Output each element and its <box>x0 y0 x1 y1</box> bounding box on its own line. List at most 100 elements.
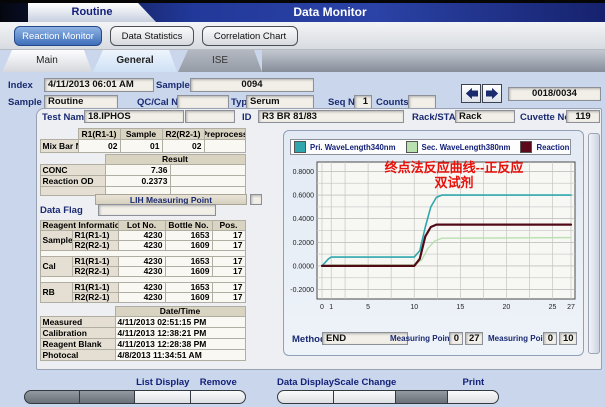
legend-label: Sec. WaveLength380nm <box>422 143 511 152</box>
page-title: Data Monitor <box>160 5 500 19</box>
reagent-name: R2(R2-1) <box>72 292 119 303</box>
data-display-label: Data Display <box>277 376 334 390</box>
title-bar: Routine Data Monitor <box>0 0 605 22</box>
counts-value <box>408 95 436 109</box>
data-flag-value <box>98 204 216 216</box>
id-value: R3 BR 81/83 <box>258 110 404 123</box>
svg-text:0.8000: 0.8000 <box>293 169 315 176</box>
datetime-value: 4/8/2013 11:34:51 AM <box>115 349 246 361</box>
seq-no-value: 1 <box>354 95 372 109</box>
svg-text:0.6000: 0.6000 <box>293 193 315 200</box>
side-scroll-strip[interactable] <box>588 133 600 354</box>
reaction-chart-panel: Pri. WaveLength340nm Sec. WaveLength380n… <box>283 130 584 356</box>
datetime-table: Date/Time Measured 4/11/2013 02:51:15 PM… <box>40 306 245 360</box>
svg-text:15: 15 <box>456 304 464 311</box>
print-label: Print <box>448 376 499 390</box>
svg-text:0.4000: 0.4000 <box>293 216 315 223</box>
counts-label: Counts <box>376 97 409 108</box>
list-display-button[interactable] <box>134 390 191 404</box>
legend-swatch-reaction <box>520 141 532 153</box>
index-value: 4/11/2013 06:01 AM <box>44 78 154 92</box>
lot-cell: 4230 <box>118 292 166 303</box>
scale-change-button[interactable] <box>333 390 396 404</box>
pos-cell: 17 <box>212 292 246 303</box>
reagent-group-label: Cal <box>40 256 73 277</box>
mixbar-cell: 02 <box>162 139 205 153</box>
prev-sample-button[interactable] <box>461 84 481 103</box>
tab-ise[interactable]: ISE <box>178 50 262 72</box>
mixbar-cell <box>204 139 246 153</box>
correlation-chart-button[interactable]: Correlation Chart <box>202 26 298 46</box>
legend-label: Reaction <box>536 143 569 152</box>
data-monitor-window: Routine Data Monitor Reaction Monitor Da… <box>0 0 605 407</box>
tab-main[interactable]: Main <box>2 50 92 72</box>
remove-button[interactable] <box>190 390 247 404</box>
datetime-row-label: Photocal <box>40 349 116 361</box>
type-value: Serum <box>246 95 314 109</box>
chart-legend: Pri. WaveLength340nm Sec. WaveLength380n… <box>290 139 571 155</box>
svg-text:25: 25 <box>549 304 557 311</box>
rack-stat-label: Rack/STAT <box>412 112 461 123</box>
tab-general[interactable]: General <box>93 50 177 72</box>
pager-counter: 0018/0034 <box>508 87 601 101</box>
reagent-group-label: RB <box>40 282 73 303</box>
reaction-monitor-button[interactable]: Reaction Monitor <box>14 26 102 46</box>
lih-flag-box <box>250 194 262 205</box>
remove-label: Remove <box>191 376 247 390</box>
data-display-button[interactable] <box>277 390 334 404</box>
reagent-group-label: Sample <box>40 230 73 251</box>
svg-text:-0.2000: -0.2000 <box>290 287 314 294</box>
inactive-button <box>24 390 80 404</box>
cuvette-no-value: 119 <box>566 110 600 123</box>
test-name-label: Test Name <box>42 112 89 123</box>
button-label <box>24 376 80 390</box>
toolbar: Reaction Monitor Data Statistics Correla… <box>0 22 605 50</box>
sample-no-value: 0094 <box>190 78 314 92</box>
mixbar-row-label: Mix Bar No. <box>40 139 79 153</box>
legend-swatch-pri <box>294 141 306 153</box>
mode-tab-routine[interactable]: Routine <box>28 3 156 22</box>
mixbar-cell: 01 <box>120 139 163 153</box>
index-label: Index <box>8 80 33 91</box>
inactive-button <box>79 390 136 404</box>
data-statistics-button[interactable]: Data Statistics <box>110 26 194 46</box>
result-table: Result CONC 7.36 Reaction OD 0.2373 <box>40 154 245 195</box>
svg-text:10: 10 <box>410 304 418 311</box>
print-button[interactable] <box>447 390 499 404</box>
list-display-label: List Display <box>135 376 191 390</box>
svg-text:0: 0 <box>320 304 324 311</box>
svg-text:0.2000: 0.2000 <box>293 240 315 247</box>
svg-text:27: 27 <box>567 304 575 311</box>
rack-stat-value: Rack <box>455 110 515 123</box>
arrow-left-icon <box>464 87 479 100</box>
svg-text:1: 1 <box>329 304 333 311</box>
method-label: Method <box>292 334 326 345</box>
button-label <box>396 376 447 390</box>
measuring-point-1-a: 0 <box>449 332 463 345</box>
id-label: ID <box>242 112 252 123</box>
test-name-extra <box>185 110 235 123</box>
measuring-point-2-a: 0 <box>543 332 557 345</box>
measuring-point-1-b: 27 <box>465 332 483 345</box>
tab-bar: Main General ISE <box>0 50 605 72</box>
cuvette-no-label: Cuvette No. <box>520 112 573 123</box>
svg-text:0.0000: 0.0000 <box>293 263 315 270</box>
reaction-curve-chart: 0.8000 0.6000 0.4000 0.2000 0.0000 -0.2000 0 15… <box>285 159 583 319</box>
qc-cal-no-value <box>177 95 229 109</box>
measuring-point-2-b: 10 <box>559 332 577 345</box>
legend-swatch-sec <box>406 141 418 153</box>
next-sample-button[interactable] <box>482 84 502 103</box>
bottle-cell: 1609 <box>165 292 213 303</box>
scale-change-label: Scale Change <box>334 376 396 390</box>
sample-kind-value: Routine <box>44 95 118 109</box>
button-label <box>80 376 136 390</box>
arrow-right-icon <box>485 87 500 100</box>
right-button-group: Data Display Scale Change Print <box>277 376 499 406</box>
inactive-button <box>395 390 447 404</box>
tab-filler <box>262 50 605 72</box>
mix-bar-table: R1(R1-1) Sample R2(R2-1) Preprocess Mix … <box>40 128 245 152</box>
left-button-group: List Display Remove <box>24 376 246 406</box>
svg-text:20: 20 <box>503 304 511 311</box>
legend-label: Pri. WaveLength340nm <box>310 143 396 152</box>
reagent-info-table: Reagent Information Lot No. Bottle No. P… <box>40 220 245 302</box>
